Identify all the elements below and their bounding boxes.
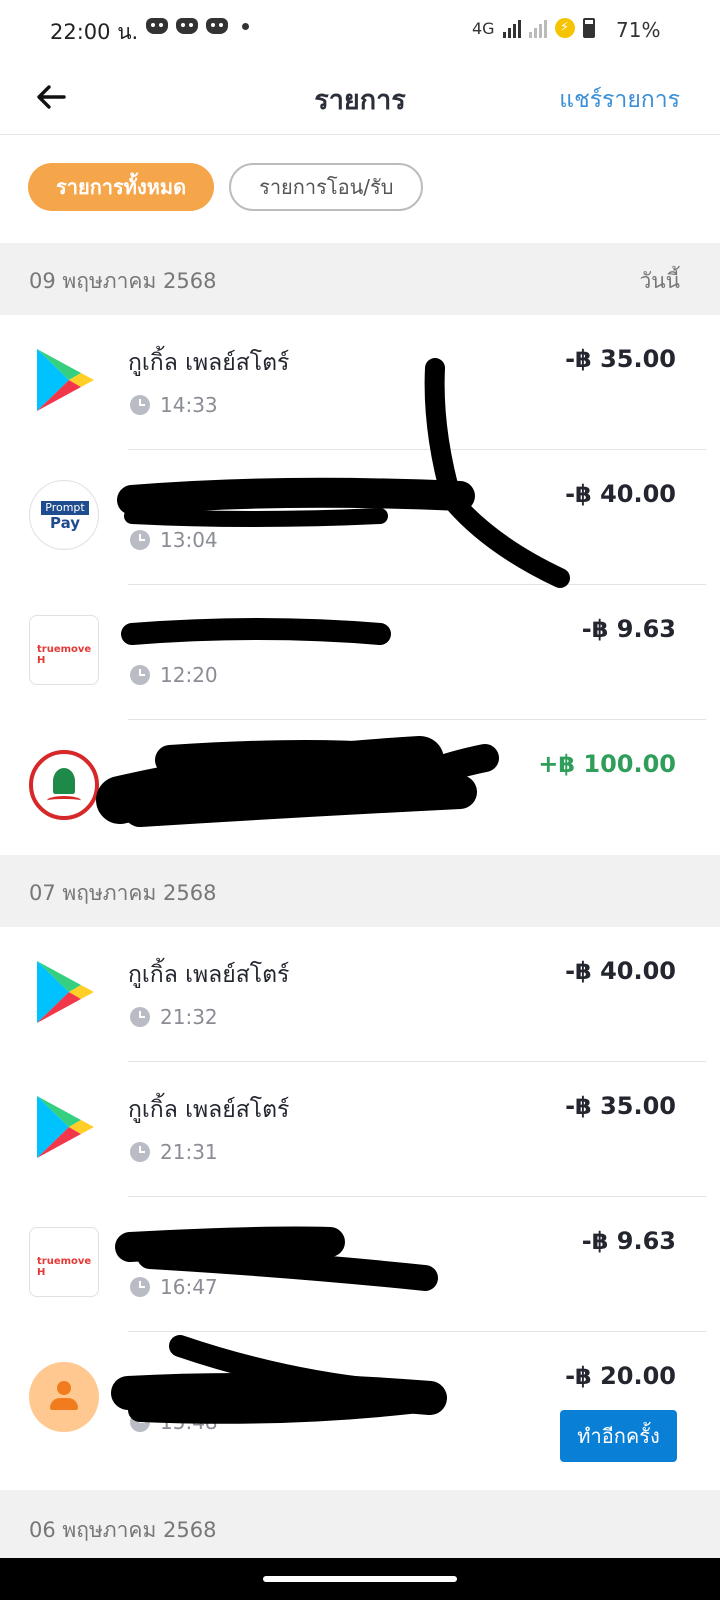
clock-icon: [130, 665, 150, 685]
transaction-time-group: 14:33: [130, 393, 218, 417]
clock-icon: [130, 800, 150, 820]
truemove-logo-text: truemove H: [37, 644, 92, 666]
app-header: รายการ แชร์รายการ: [0, 60, 720, 135]
section-date: 09 พฤษภาคม 2568: [29, 269, 217, 293]
promptpay-logo-bottom: Pay: [49, 514, 81, 532]
truemove-icon: truemove H: [29, 615, 99, 685]
transaction-time: 21:32: [160, 1005, 218, 1029]
transaction-time: 21:31: [160, 1140, 218, 1164]
game-controller-icon: [176, 18, 198, 34]
transaction-amount: -฿ 40.00: [565, 480, 676, 508]
transaction-time: 12:08: [160, 798, 218, 822]
transaction-time-group: 21:31: [130, 1140, 218, 1164]
section-date: 07 พฤษภาคม 2568: [29, 881, 217, 905]
truemove-icon: truemove H: [29, 1227, 99, 1297]
section-header: 06 พฤษภาคม 2568: [0, 1490, 720, 1562]
transaction-amount: -฿ 35.00: [565, 345, 676, 373]
transaction-amount: -฿ 40.00: [565, 957, 676, 985]
transaction-amount: -฿ 20.00: [565, 1362, 676, 1390]
section-date: 06 พฤษภาคม 2568: [29, 1518, 217, 1542]
game-controller-icon: [146, 18, 168, 34]
google-play-icon: [37, 961, 94, 1023]
clock-icon: [130, 1412, 150, 1432]
today-badge: วันนี้: [639, 269, 680, 293]
transaction-time-group: 15:48: [130, 1410, 218, 1434]
section-header: 07 พฤษภาคม 2568: [0, 855, 720, 927]
transaction-name: กูเกิ้ล เพลย์สโตร์: [128, 1097, 290, 1123]
clock-icon: [130, 530, 150, 550]
transaction-row[interactable]: 15:48 -฿ 20.00 ทำอีกครั้ง: [0, 1332, 720, 1490]
transaction-time: 15:48: [160, 1410, 218, 1434]
transaction-name: กูเกิ้ล เพลย์สโตร์: [128, 350, 290, 376]
more-notifications-dot-icon: [242, 22, 249, 30]
user-avatar-icon: [29, 1362, 99, 1432]
share-transactions-link[interactable]: แชร์รายการ: [559, 82, 680, 118]
clock-icon: [130, 1007, 150, 1027]
promptpay-icon: Prompt Pay: [29, 480, 99, 550]
battery-percent: 71%: [616, 18, 661, 42]
status-time: 22:00 น.: [50, 20, 139, 44]
transaction-time: 16:47: [160, 1275, 218, 1299]
transaction-row[interactable]: กูเกิ้ล เพลย์สโตร์ 21:31 -฿ 35.00: [0, 1062, 720, 1197]
clock-icon: [130, 1277, 150, 1297]
section-header: 09 พฤษภาคม 2568 วันนี้: [0, 243, 720, 315]
transaction-time-group: 21:32: [130, 1005, 218, 1029]
system-navigation-bar: [0, 1558, 720, 1600]
transaction-name: กูเกิ้ล เพลย์สโตร์: [128, 962, 290, 988]
clock-icon: [130, 1142, 150, 1162]
transaction-time-group: 12:08: [130, 798, 218, 822]
signal-icon: [502, 20, 521, 38]
google-play-icon: [37, 1096, 94, 1158]
transaction-row[interactable]: truemove H 12:20 -฿ 9.63: [0, 585, 720, 720]
notification-icons: [146, 18, 249, 34]
transaction-row[interactable]: Prompt Pay 13:04 -฿ 40.00: [0, 450, 720, 585]
truemove-logo-text: truemove H: [37, 1256, 92, 1278]
connectivity-icons: 4G ⚡: [472, 18, 595, 38]
transaction-amount: -฿ 9.63: [581, 1227, 676, 1255]
kbank-icon: [29, 750, 99, 820]
power-saving-icon: ⚡: [554, 18, 575, 38]
home-indicator[interactable]: [263, 1576, 457, 1582]
battery-icon: [582, 18, 595, 38]
status-bar: 22:00 น. 4G ⚡ 71%: [0, 0, 720, 60]
google-play-icon: [37, 349, 94, 411]
promptpay-logo-top: Prompt: [41, 501, 89, 515]
repeat-transaction-button[interactable]: ทำอีกครั้ง: [560, 1410, 677, 1462]
transaction-time: 14:33: [160, 393, 218, 417]
transaction-row[interactable]: 12:08 +฿ 100.00: [0, 720, 720, 855]
transaction-amount: -฿ 9.63: [581, 615, 676, 643]
clock-icon: [130, 395, 150, 415]
transaction-row[interactable]: กูเกิ้ล เพลย์สโตร์ 21:32 -฿ 40.00: [0, 927, 720, 1062]
signal-secondary-icon: [528, 20, 547, 38]
transaction-time-group: 16:47: [130, 1275, 218, 1299]
transaction-time-group: 13:04: [130, 528, 218, 552]
transaction-amount: +฿ 100.00: [538, 750, 676, 778]
transaction-row[interactable]: กูเกิ้ล เพลย์สโตร์ 14:33 -฿ 35.00: [0, 315, 720, 450]
network-type: 4G: [472, 19, 495, 38]
game-controller-icon: [206, 18, 228, 34]
transaction-row[interactable]: truemove H 16:47 -฿ 9.63: [0, 1197, 720, 1332]
transaction-time: 12:20: [160, 663, 218, 687]
filter-all-chip[interactable]: รายการทั้งหมด: [28, 163, 215, 211]
filter-chips: รายการทั้งหมด รายการโอน/รับ: [28, 163, 424, 211]
transaction-time-group: 12:20: [130, 663, 218, 687]
filter-transfer-chip[interactable]: รายการโอน/รับ: [229, 163, 424, 211]
transaction-time: 13:04: [160, 528, 218, 552]
transaction-amount: -฿ 35.00: [565, 1092, 676, 1120]
